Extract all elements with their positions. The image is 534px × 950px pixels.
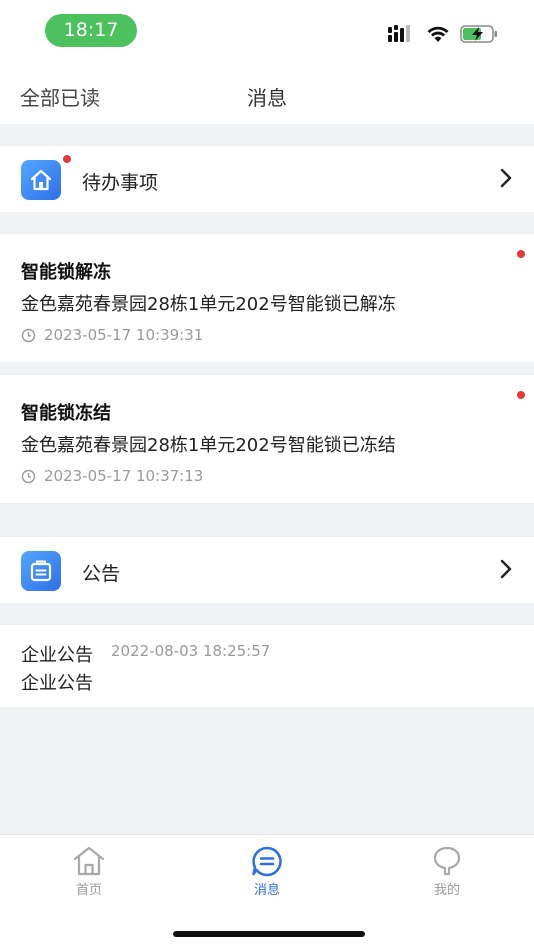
message-title: 智能锁解冻 xyxy=(21,262,111,283)
todo-label: 待办事项 xyxy=(82,172,159,194)
cellular-signal-icon xyxy=(388,25,410,42)
profile-icon xyxy=(433,846,461,876)
message-body: 金色嘉苑春景园28栋1单元202号智能锁已冻结 xyxy=(21,435,396,456)
home-indicator xyxy=(173,931,365,937)
message-time-text: 2023-05-17 10:39:31 xyxy=(44,326,204,344)
message-time-text: 2023-05-17 10:37:13 xyxy=(44,467,204,485)
chevron-right-icon xyxy=(500,559,512,579)
notice-entry[interactable]: 公告 xyxy=(0,537,534,603)
mark-all-read-button[interactable]: 全部已读 xyxy=(20,82,100,111)
notice-time: 2022-08-03 18:25:57 xyxy=(111,642,271,660)
status-time: 18:17 xyxy=(45,14,137,47)
chevron-right-icon xyxy=(500,168,512,188)
message-title: 智能锁冻结 xyxy=(21,403,111,424)
message-time: 2023-05-17 10:39:31 xyxy=(21,326,203,344)
todo-icon xyxy=(21,160,61,200)
nav-header: 消息 全部已读 xyxy=(0,62,534,124)
notice-icon xyxy=(21,551,61,591)
clock-icon xyxy=(21,328,36,342)
message-unread-dot xyxy=(517,391,525,399)
notice-body: 企业公告 xyxy=(21,673,93,694)
battery-charging-icon xyxy=(460,25,497,43)
message-icon xyxy=(252,846,282,877)
notice-item[interactable]: 企业公告 2022-08-03 18:25:57 企业公告 xyxy=(0,625,534,707)
todo-unread-dot xyxy=(63,155,71,163)
notice-title: 企业公告 xyxy=(21,645,93,666)
notice-label: 公告 xyxy=(82,563,121,585)
todo-entry[interactable]: 待办事项 xyxy=(0,146,534,212)
tab-messages[interactable]: 消息 xyxy=(222,845,312,898)
tab-home-label: 首页 xyxy=(75,883,102,898)
tab-profile[interactable]: 我的 xyxy=(402,845,492,898)
message-body: 金色嘉苑春景园28栋1单元202号智能锁已解冻 xyxy=(21,294,396,315)
message-time: 2023-05-17 10:37:13 xyxy=(21,467,203,485)
status-icons xyxy=(388,24,498,44)
message-card[interactable]: 智能锁冻结 金色嘉苑春景园28栋1单元202号智能锁已冻结 2023-05-17… xyxy=(0,375,534,503)
tab-home[interactable]: 首页 xyxy=(44,845,134,898)
wifi-icon xyxy=(427,26,449,42)
tab-messages-label: 消息 xyxy=(253,883,280,898)
tab-profile-label: 我的 xyxy=(433,883,460,898)
clock-icon xyxy=(21,469,36,483)
message-card[interactable]: 智能锁解冻 金色嘉苑春景园28栋1单元202号智能锁已解冻 2023-05-17… xyxy=(0,234,534,362)
message-unread-dot xyxy=(517,250,525,258)
home-icon xyxy=(73,846,105,876)
status-bar: 18:17 xyxy=(0,0,534,62)
